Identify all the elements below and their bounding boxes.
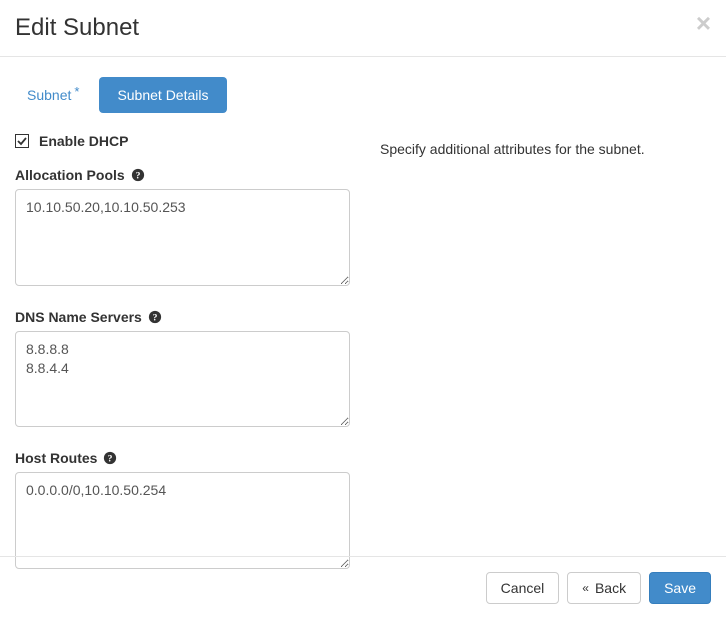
close-icon: × xyxy=(696,8,711,38)
form-left-column: Enable DHCP Allocation Pools ? DNS Na xyxy=(15,133,350,591)
svg-text:?: ? xyxy=(108,454,113,465)
dns-name-servers-label: DNS Name Servers ? xyxy=(15,309,350,325)
help-icon[interactable]: ? xyxy=(103,451,117,465)
tab-subnet-details-button[interactable]: Subnet Details xyxy=(99,77,226,113)
close-button[interactable]: × xyxy=(696,10,711,36)
save-button[interactable]: Save xyxy=(649,572,711,604)
modal-body: Subnet * Subnet Details Enable DHCP Allo… xyxy=(0,57,726,606)
help-icon[interactable]: ? xyxy=(148,310,162,324)
allocation-pools-group: Allocation Pools ? xyxy=(15,167,350,288)
svg-text:?: ? xyxy=(152,312,157,323)
enable-dhcp-label: Enable DHCP xyxy=(39,133,128,149)
help-description: Specify additional attributes for the su… xyxy=(380,141,711,157)
modal-title: Edit Subnet xyxy=(15,15,711,41)
host-routes-input[interactable] xyxy=(15,472,350,568)
dns-name-servers-input[interactable] xyxy=(15,331,350,427)
form-right-column: Specify additional attributes for the su… xyxy=(380,133,711,591)
form-area: Enable DHCP Allocation Pools ? DNS Na xyxy=(15,133,711,591)
enable-dhcp-row[interactable]: Enable DHCP xyxy=(15,133,350,149)
modal-header: Edit Subnet × xyxy=(0,0,726,57)
tab-subnet-details[interactable]: Subnet Details xyxy=(99,77,226,113)
allocation-pools-input[interactable] xyxy=(15,189,350,285)
chevron-left-icon: « xyxy=(582,581,589,595)
host-routes-label-text: Host Routes xyxy=(15,450,97,466)
help-icon[interactable]: ? xyxy=(131,168,145,182)
checkbox-checked-icon[interactable] xyxy=(15,134,29,148)
allocation-pools-label-text: Allocation Pools xyxy=(15,167,125,183)
back-button[interactable]: « Back xyxy=(567,572,641,604)
nav-tabs: Subnet * Subnet Details xyxy=(15,77,711,113)
tab-subnet-label: Subnet xyxy=(27,87,71,103)
cancel-button[interactable]: Cancel xyxy=(486,572,560,604)
back-button-label: Back xyxy=(595,580,626,596)
host-routes-group: Host Routes ? xyxy=(15,450,350,571)
modal-footer: Cancel « Back Save xyxy=(0,556,726,619)
allocation-pools-label: Allocation Pools ? xyxy=(15,167,350,183)
dns-name-servers-group: DNS Name Servers ? xyxy=(15,309,350,430)
required-asterisk-icon: * xyxy=(74,84,79,99)
tab-subnet[interactable]: Subnet * xyxy=(15,79,91,111)
svg-text:?: ? xyxy=(135,171,140,182)
dns-name-servers-label-text: DNS Name Servers xyxy=(15,309,142,325)
host-routes-label: Host Routes ? xyxy=(15,450,350,466)
